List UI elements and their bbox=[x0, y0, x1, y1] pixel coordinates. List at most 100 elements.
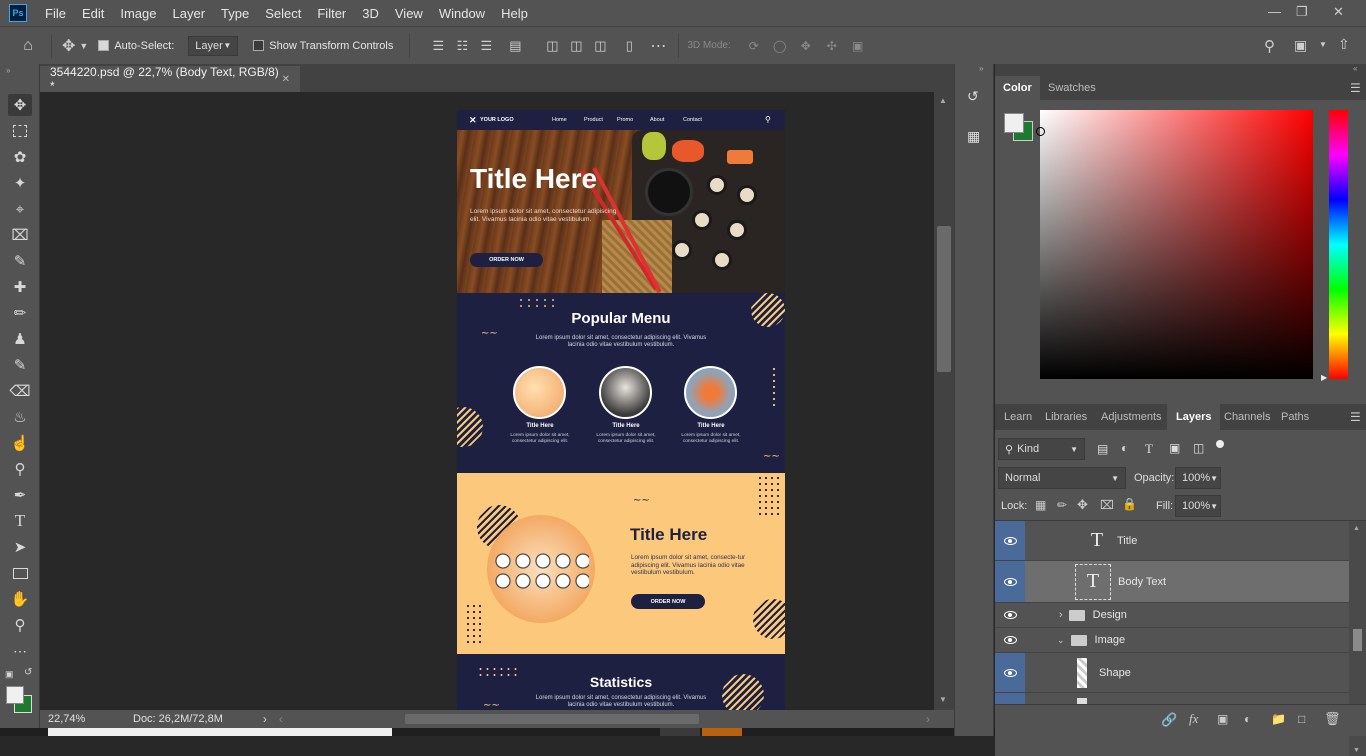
show-transform-checkbox[interactable] bbox=[253, 40, 265, 51]
collapse-group-icon[interactable]: ⌄ bbox=[1057, 635, 1065, 646]
add-mask-icon[interactable]: ▣ bbox=[1217, 712, 1228, 726]
auto-select-checkbox[interactable] bbox=[98, 40, 110, 51]
tab-color[interactable]: Color bbox=[995, 76, 1040, 100]
lock-transparent-icon[interactable]: ▦ bbox=[1035, 498, 1046, 512]
path-select-tool-icon[interactable]: ➤ bbox=[8, 536, 32, 558]
expand-group-icon[interactable]: › bbox=[1059, 609, 1063, 621]
eraser-tool-icon[interactable]: ⌫ bbox=[8, 380, 32, 402]
crop-tool-icon[interactable]: ⌖ bbox=[8, 198, 32, 220]
filter-pixel-icon[interactable]: ▤ bbox=[1097, 442, 1108, 456]
3d-roll-icon[interactable]: ◯ bbox=[767, 39, 793, 53]
tab-swatches[interactable]: Swatches bbox=[1040, 76, 1104, 100]
menu-edit[interactable]: Edit bbox=[74, 6, 112, 21]
marquee-tool-icon[interactable] bbox=[8, 120, 32, 142]
restore-icon[interactable]: ❐ bbox=[1296, 4, 1308, 20]
layer-row[interactable]: T Title bbox=[995, 521, 1349, 561]
lock-position-icon[interactable]: ✥ bbox=[1077, 497, 1088, 513]
move-tool-icon[interactable]: ✥ bbox=[8, 94, 32, 116]
taskbar-app-active[interactable] bbox=[702, 728, 742, 736]
smudge-tool-icon[interactable]: ☝ bbox=[8, 432, 32, 454]
panel-menu-icon[interactable]: ☰ bbox=[1350, 81, 1361, 95]
hand-tool-icon[interactable]: ✋ bbox=[8, 588, 32, 610]
scroll-down-icon[interactable]: ▼ bbox=[1353, 747, 1360, 754]
menu-window[interactable]: Window bbox=[431, 6, 493, 21]
filter-smart-object-icon[interactable]: ◫ bbox=[1193, 441, 1204, 455]
menu-type[interactable]: Type bbox=[213, 6, 257, 21]
layer-row[interactable]: Shape bbox=[995, 653, 1349, 693]
vertical-scrollbar[interactable]: ▲ ▼ bbox=[934, 92, 954, 710]
layer-style-icon[interactable]: fx bbox=[1189, 711, 1198, 727]
zoom-tool-icon[interactable]: ⚲ bbox=[8, 614, 32, 636]
pen-tool-icon[interactable]: ✒ bbox=[8, 484, 32, 506]
tab-adjustments[interactable]: Adjustments bbox=[1093, 404, 1170, 430]
history-panel-icon[interactable]: ↺ bbox=[967, 88, 983, 106]
filter-shape-icon[interactable]: ▣ bbox=[1169, 441, 1180, 455]
lock-image-icon[interactable]: ✏ bbox=[1057, 498, 1067, 512]
dodge-tool-icon[interactable]: ⚲ bbox=[8, 458, 32, 480]
type-tool-icon[interactable]: T bbox=[8, 510, 32, 532]
align-left-icon[interactable]: ☰ bbox=[426, 38, 450, 54]
scroll-right-icon[interactable]: › bbox=[926, 712, 930, 726]
minimize-icon[interactable]: — bbox=[1268, 4, 1281, 19]
distribute-vertical-icon[interactable]: ▤ bbox=[498, 38, 532, 54]
tool-preset-chevron-icon[interactable]: ▼ bbox=[79, 41, 88, 51]
eyedropper-tool-icon[interactable]: ✎ bbox=[8, 250, 32, 272]
move-tool-icon[interactable]: ✥ bbox=[62, 36, 75, 56]
tab-channels[interactable]: Channels bbox=[1216, 404, 1278, 430]
hue-slider-handle[interactable]: ▶ bbox=[1321, 373, 1327, 382]
3d-scale-icon[interactable]: ▣ bbox=[845, 39, 871, 53]
menu-image[interactable]: Image bbox=[112, 6, 164, 21]
new-layer-icon[interactable]: □ bbox=[1298, 712, 1305, 726]
taskbar-search[interactable] bbox=[48, 728, 392, 736]
visibility-eye-icon[interactable] bbox=[995, 521, 1025, 560]
lock-all-icon[interactable]: 🔒 bbox=[1122, 497, 1137, 511]
auto-select-dropdown[interactable]: Layer ▼ bbox=[188, 35, 239, 56]
visibility-eye-icon[interactable] bbox=[995, 653, 1025, 692]
tab-learn[interactable]: Learn bbox=[996, 404, 1040, 430]
menu-filter[interactable]: Filter bbox=[309, 6, 354, 21]
menu-file[interactable]: File bbox=[37, 6, 74, 21]
layer-filter-dropdown[interactable]: ⚲ Kind ▼ bbox=[998, 438, 1085, 460]
menu-3d[interactable]: 3D bbox=[354, 6, 387, 21]
default-colors-icon[interactable]: ▣ bbox=[5, 669, 14, 680]
status-menu-chevron-icon[interactable]: › bbox=[263, 712, 267, 726]
edit-toolbar-icon[interactable]: ⋯ bbox=[8, 640, 32, 662]
clone-stamp-tool-icon[interactable]: ♟ bbox=[8, 328, 32, 350]
quick-select-tool-icon[interactable]: ✦ bbox=[8, 172, 32, 194]
new-group-icon[interactable]: 📁 bbox=[1271, 712, 1286, 726]
frame-tool-icon[interactable]: ⌧ bbox=[8, 224, 32, 246]
filter-toggle-icon[interactable] bbox=[1216, 440, 1224, 448]
fill-input[interactable]: 100% ▼ bbox=[1175, 495, 1221, 517]
close-tab-icon[interactable]: ✕ bbox=[282, 74, 290, 85]
visibility-eye-icon[interactable] bbox=[995, 603, 1025, 627]
3d-panel-icon[interactable]: ▦ bbox=[967, 128, 983, 146]
menu-select[interactable]: Select bbox=[257, 6, 309, 21]
scroll-left-icon[interactable]: ‹ bbox=[279, 712, 283, 726]
menu-layer[interactable]: Layer bbox=[165, 6, 214, 21]
zoom-level[interactable]: 22,74% bbox=[48, 713, 118, 725]
workspace-icon[interactable]: ▣ bbox=[1294, 37, 1307, 54]
document-tab[interactable]: 3544220.psd @ 22,7% (Body Text, RGB/8) *… bbox=[40, 65, 300, 93]
collapse-dock-icon[interactable]: » bbox=[979, 64, 983, 73]
layer-row-selected[interactable]: T Body Text bbox=[995, 561, 1349, 603]
layer-row[interactable]: ⌄ Image bbox=[995, 628, 1349, 653]
align-top-icon[interactable]: ◫ bbox=[540, 38, 564, 54]
opacity-input[interactable]: 100% ▼ bbox=[1175, 467, 1221, 489]
new-adjustment-icon[interactable]: ◐ bbox=[1244, 712, 1251, 726]
rectangle-tool-icon[interactable] bbox=[8, 562, 32, 584]
horizontal-scroll-thumb[interactable] bbox=[404, 714, 699, 724]
taskbar-app[interactable] bbox=[660, 728, 700, 736]
3d-pan-icon[interactable]: ✥ bbox=[793, 39, 819, 53]
panel-menu-icon[interactable]: ☰ bbox=[1350, 410, 1361, 424]
align-middle-icon[interactable]: ◫ bbox=[564, 38, 588, 54]
tab-paths[interactable]: Paths bbox=[1273, 404, 1317, 430]
foreground-color-swatch[interactable] bbox=[1004, 113, 1024, 133]
healing-brush-tool-icon[interactable]: ✚ bbox=[8, 276, 32, 298]
tab-libraries[interactable]: Libraries bbox=[1037, 404, 1095, 430]
menu-help[interactable]: Help bbox=[493, 6, 536, 21]
layer-row[interactable]: › Design bbox=[995, 603, 1349, 628]
delete-layer-icon[interactable]: 🗑 bbox=[1324, 711, 1341, 727]
collapse-toolbar-icon[interactable]: » bbox=[6, 66, 10, 75]
scroll-up-icon[interactable]: ▲ bbox=[1353, 525, 1360, 532]
3d-slide-icon[interactable]: ✣ bbox=[819, 39, 845, 53]
